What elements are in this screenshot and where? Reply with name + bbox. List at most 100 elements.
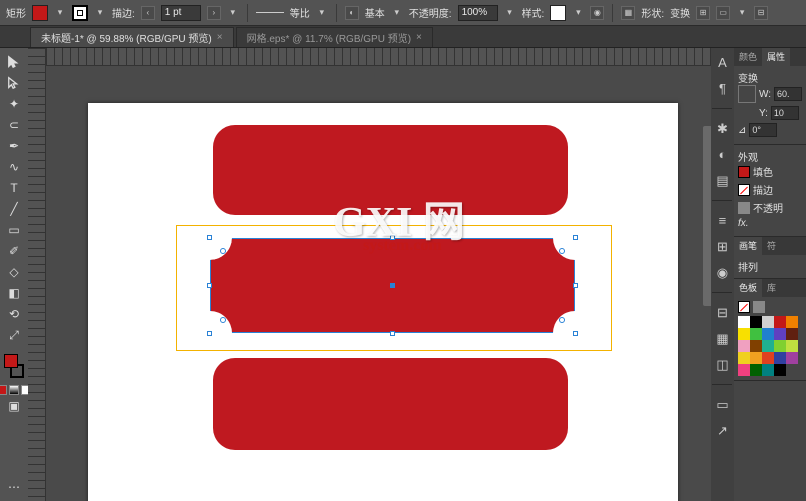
scale-tool[interactable]: ⤢ — [2, 325, 26, 345]
corner-widget[interactable] — [559, 317, 565, 323]
profile-btn[interactable]: ◐ — [345, 6, 359, 20]
swatch-color[interactable] — [762, 316, 774, 328]
symbols-tab[interactable]: 符 — [762, 237, 781, 255]
document-tab-inactive[interactable]: 网格.eps* @ 11.7% (RGB/GPU 预览) × — [236, 27, 433, 47]
dash-dd[interactable]: ▾ — [316, 5, 328, 21]
artboard[interactable]: GXI 网 system.com — [88, 103, 678, 501]
swatch-color[interactable] — [762, 352, 774, 364]
fx-label[interactable]: fx. — [738, 218, 749, 229]
paragraph-panel-icon[interactable]: ¶ — [714, 80, 731, 97]
swatches-tab[interactable]: 色板 — [734, 279, 762, 297]
text-panel-icon[interactable]: A — [714, 54, 731, 71]
dash-preview[interactable] — [256, 6, 284, 20]
swatch-color[interactable] — [774, 364, 786, 376]
magic-wand-tool[interactable]: ✦ — [2, 94, 26, 114]
fill-dropdown-icon[interactable]: ▾ — [54, 5, 66, 21]
stroke-weight-input[interactable] — [161, 5, 201, 21]
stroke-dec[interactable]: ‹ — [141, 6, 155, 20]
stroke-dropdown-icon[interactable]: ▾ — [94, 5, 106, 21]
center-point[interactable] — [390, 283, 395, 288]
opacity-dd[interactable]: ▾ — [504, 5, 516, 21]
symbols-panel-icon[interactable]: ✱ — [714, 120, 731, 137]
brushes-panel-icon[interactable]: ⊞ — [714, 238, 731, 255]
gradient-panel-icon[interactable]: ▤ — [714, 172, 731, 189]
type-tool[interactable]: T — [2, 178, 26, 198]
anchor-handle[interactable] — [573, 283, 578, 288]
scrollbar-thumb[interactable] — [703, 126, 711, 306]
reference-point-icon[interactable] — [738, 85, 756, 103]
anchor-handle[interactable] — [573, 331, 578, 336]
selection-tool[interactable] — [2, 52, 26, 72]
swatch-color[interactable] — [786, 316, 798, 328]
anchor-handle[interactable] — [573, 235, 578, 240]
appearance-panel-icon[interactable]: ◉ — [714, 264, 731, 281]
ruler-vertical[interactable] — [28, 48, 46, 501]
gradient-btn[interactable] — [9, 385, 19, 395]
swatch-color[interactable] — [750, 364, 762, 376]
transform-panel-icon[interactable]: ◫ — [714, 356, 731, 373]
swatch-color[interactable] — [750, 352, 762, 364]
close-icon[interactable]: × — [217, 32, 223, 43]
swatch-color[interactable] — [774, 352, 786, 364]
swatch-color[interactable] — [786, 340, 798, 352]
style-dd[interactable]: ▾ — [391, 5, 403, 21]
curvature-tool[interactable]: ∿ — [2, 157, 26, 177]
swatch-color[interactable] — [738, 328, 750, 340]
swatch-color[interactable] — [774, 328, 786, 340]
attributes-tab[interactable]: 属性 — [762, 48, 790, 66]
graphic-style-dd[interactable]: ▾ — [572, 5, 584, 21]
misc-btn-3[interactable]: ⊟ — [754, 6, 768, 20]
eraser-tool[interactable]: ◧ — [2, 283, 26, 303]
align-panel-icon[interactable]: ⊟ — [714, 304, 731, 321]
swatch-color[interactable] — [738, 340, 750, 352]
solid-color-btn[interactable] — [0, 385, 7, 395]
stroke-panel-icon[interactable]: ≡ — [714, 212, 731, 229]
stroke-color-swatch[interactable] — [738, 184, 750, 196]
anchor-handle[interactable] — [207, 331, 212, 336]
align-btn[interactable]: ▦ — [621, 6, 635, 20]
pen-tool[interactable]: ✒ — [2, 136, 26, 156]
canvas-area[interactable]: GXI 网 system.com — [28, 48, 711, 501]
close-icon[interactable]: × — [416, 32, 422, 43]
fill-swatch[interactable] — [32, 5, 48, 21]
rotate-tool[interactable]: ⟲ — [2, 304, 26, 324]
line-tool[interactable]: ╱ — [2, 199, 26, 219]
anchor-handle[interactable] — [207, 235, 212, 240]
corner-widget[interactable] — [559, 248, 565, 254]
lasso-tool[interactable]: ⊂ — [2, 115, 26, 135]
swatch-color[interactable] — [750, 328, 762, 340]
recolor-btn[interactable]: ◉ — [590, 6, 604, 20]
rectangle-tool[interactable]: ▭ — [2, 220, 26, 240]
fill-color-swatch[interactable] — [738, 166, 750, 178]
rounded-rect-3[interactable] — [213, 358, 568, 450]
transparency-panel-icon[interactable]: ◐ — [714, 146, 731, 163]
brush-tab[interactable]: 画笔 — [734, 237, 762, 255]
misc-btn-2[interactable]: ▭ — [716, 6, 730, 20]
none-swatch[interactable] — [738, 301, 750, 313]
angle-input[interactable] — [749, 123, 777, 137]
swatch-color[interactable] — [762, 340, 774, 352]
swatch-color[interactable] — [738, 352, 750, 364]
swatch-color[interactable] — [774, 316, 786, 328]
direct-select-tool[interactable] — [2, 73, 26, 93]
swatch-color[interactable] — [786, 328, 798, 340]
misc-dd[interactable]: ▾ — [736, 5, 748, 21]
opacity-input[interactable] — [458, 5, 498, 21]
corner-widget[interactable] — [220, 317, 226, 323]
screen-mode-btn[interactable]: ▣ — [2, 396, 26, 416]
stroke-swatch[interactable] — [72, 5, 88, 21]
graphic-style-swatch[interactable] — [550, 5, 566, 21]
anchor-handle[interactable] — [390, 331, 395, 336]
w-input[interactable] — [774, 87, 802, 101]
scrollbar-vertical[interactable] — [701, 66, 711, 501]
color-tab[interactable]: 颜色 — [734, 48, 762, 66]
misc-btn-1[interactable]: ⊞ — [696, 6, 710, 20]
y-input[interactable] — [771, 106, 799, 120]
library-tab[interactable]: 库 — [762, 279, 781, 297]
fill-color[interactable] — [4, 354, 18, 368]
swatch-color[interactable] — [786, 352, 798, 364]
swatch-color[interactable] — [750, 340, 762, 352]
fill-stroke-control[interactable] — [2, 352, 26, 380]
corner-widget[interactable] — [220, 248, 226, 254]
pathfinder-panel-icon[interactable]: ▦ — [714, 330, 731, 347]
